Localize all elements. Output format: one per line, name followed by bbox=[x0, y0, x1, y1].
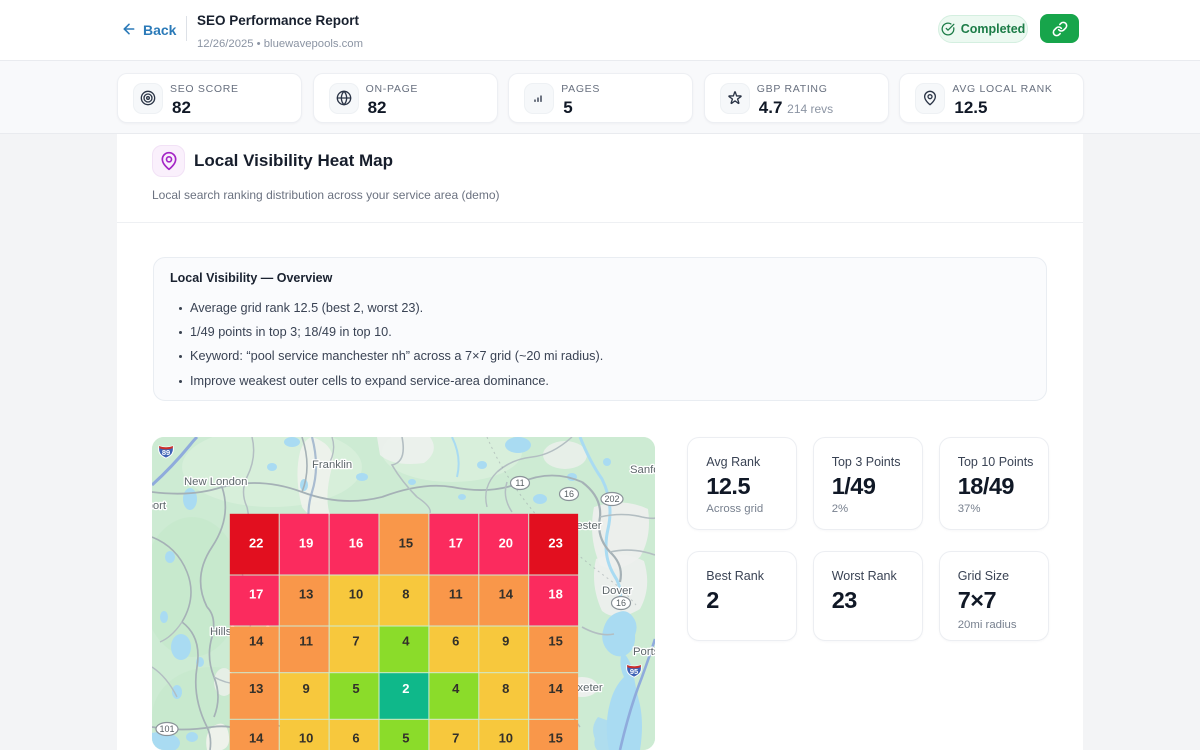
svg-text:17: 17 bbox=[249, 586, 263, 601]
svg-text:14: 14 bbox=[249, 634, 264, 649]
svg-text:18: 18 bbox=[548, 586, 562, 601]
svg-text:10: 10 bbox=[499, 730, 513, 745]
svg-text:9: 9 bbox=[302, 681, 309, 696]
svg-text:7: 7 bbox=[352, 634, 359, 649]
svg-text:11: 11 bbox=[299, 634, 313, 649]
svg-text:15: 15 bbox=[548, 730, 562, 745]
svg-text:2: 2 bbox=[402, 681, 409, 696]
svg-text:15: 15 bbox=[399, 536, 413, 551]
svg-text:Dover: Dover bbox=[602, 585, 632, 597]
svg-text:8: 8 bbox=[502, 681, 509, 696]
svg-text:Sanford: Sanford bbox=[630, 464, 655, 476]
svg-text:15: 15 bbox=[548, 634, 562, 649]
svg-text:4: 4 bbox=[402, 634, 410, 649]
svg-text:20: 20 bbox=[499, 536, 513, 551]
svg-text:16: 16 bbox=[616, 598, 626, 608]
svg-text:4: 4 bbox=[452, 681, 460, 696]
svg-text:19: 19 bbox=[299, 536, 313, 551]
svg-text:16: 16 bbox=[564, 489, 574, 499]
svg-text:101: 101 bbox=[159, 724, 174, 734]
svg-text:10: 10 bbox=[349, 586, 363, 601]
svg-text:Franklin: Franklin bbox=[312, 459, 352, 471]
svg-text:23: 23 bbox=[548, 536, 562, 551]
svg-text:14: 14 bbox=[249, 730, 264, 745]
svg-text:11: 11 bbox=[515, 478, 524, 488]
svg-text:10: 10 bbox=[299, 730, 313, 745]
svg-text:6: 6 bbox=[452, 634, 459, 649]
svg-text:89: 89 bbox=[162, 448, 170, 457]
svg-text:8: 8 bbox=[402, 586, 409, 601]
svg-text:Newport: Newport bbox=[152, 500, 167, 512]
svg-text:13: 13 bbox=[249, 681, 263, 696]
svg-text:13: 13 bbox=[299, 586, 313, 601]
svg-text:22: 22 bbox=[249, 536, 263, 551]
svg-text:9: 9 bbox=[502, 634, 509, 649]
svg-text:11: 11 bbox=[449, 586, 463, 601]
svg-text:Portsmouth: Portsmouth bbox=[633, 646, 655, 658]
svg-text:5: 5 bbox=[402, 730, 409, 745]
svg-text:7: 7 bbox=[452, 730, 459, 745]
svg-text:6: 6 bbox=[352, 730, 359, 745]
svg-text:16: 16 bbox=[349, 536, 363, 551]
svg-text:14: 14 bbox=[548, 681, 563, 696]
svg-text:17: 17 bbox=[449, 536, 463, 551]
svg-text:95: 95 bbox=[630, 667, 638, 676]
svg-text:202: 202 bbox=[604, 494, 619, 504]
svg-text:New London: New London bbox=[184, 476, 247, 488]
svg-text:5: 5 bbox=[352, 681, 359, 696]
svg-text:14: 14 bbox=[499, 586, 514, 601]
